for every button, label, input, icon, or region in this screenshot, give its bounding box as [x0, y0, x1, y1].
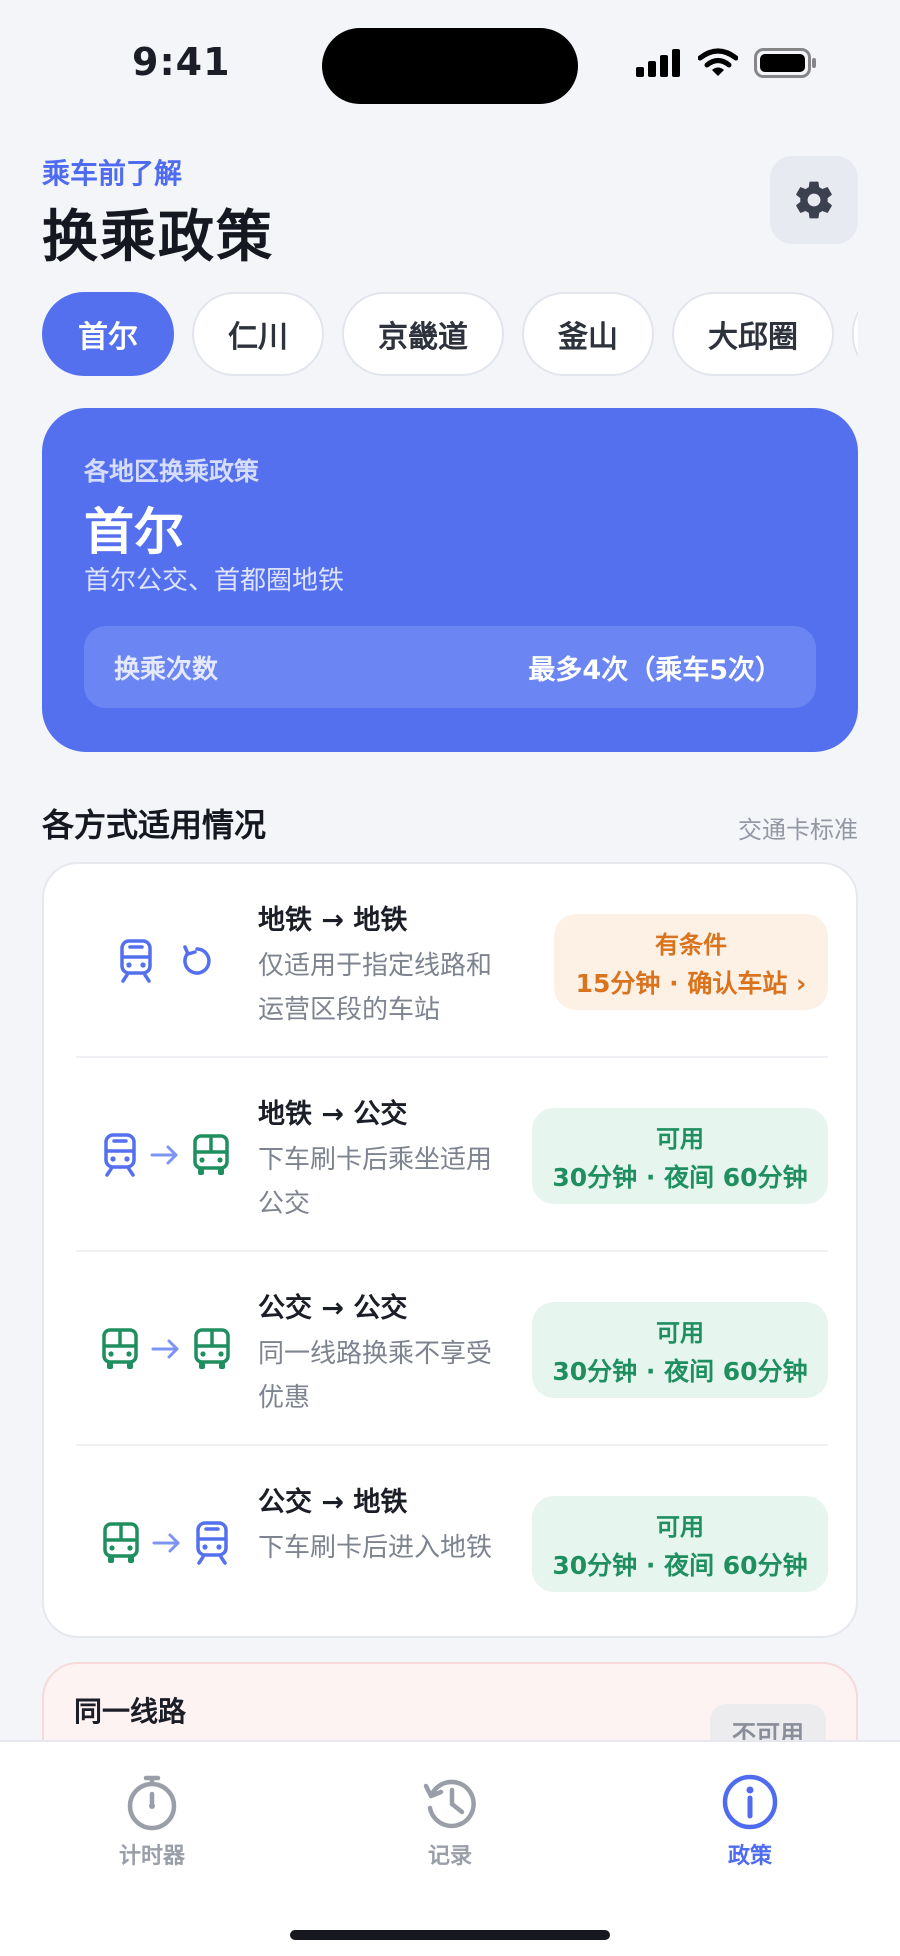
history-icon [423, 1779, 476, 1829]
region-chip-gyeonggi[interactable]: 京畿道 [342, 292, 504, 376]
transfer-count-value: 最多4次（乘车5次） [528, 654, 782, 686]
page-title: 换乘政策 [42, 205, 274, 270]
mode-icons [76, 1252, 256, 1446]
same-line-title: 同一线路 [74, 1695, 187, 1728]
status-icons [636, 48, 818, 78]
cellular-signal-icon [636, 49, 680, 77]
mode-icons [76, 1058, 256, 1252]
hero-label: 各地区换乘政策 [84, 457, 260, 486]
settings-button[interactable] [770, 156, 858, 244]
battery-icon [754, 48, 816, 78]
status-badge: 可用 30分钟 · 夜间 60分钟 [532, 1108, 828, 1204]
list-item: 地铁 → 公交 下车刷卡后乘坐适用公交 可用 30分钟 · 夜间 60分钟 [76, 1058, 828, 1252]
mode-title: 公交 → 地铁 [258, 1487, 408, 1518]
wifi-icon [698, 48, 738, 76]
tab-timer[interactable]: 计时器 [72, 1772, 232, 1870]
badge-detail: 30分钟 · 夜间 60分钟 [552, 1356, 808, 1386]
tab-policy[interactable]: 政策 [670, 1772, 830, 1870]
list-item: 地铁 → 地铁 仅适用于指定线路和运营区段的车站 有条件 15分钟 · 确认车站… [76, 864, 828, 1058]
region-chip-incheon[interactable]: 仁川 [192, 292, 324, 376]
arrow-right-icon [151, 1339, 179, 1359]
region-chip-busan[interactable]: 釜山 [522, 292, 654, 376]
hero-description: 首尔公交、首都圈地铁 [84, 566, 345, 596]
mode-description: 仅适用于指定线路和运营区段的车站 [258, 951, 493, 1025]
region-chip-more[interactable] [852, 292, 858, 376]
transfer-modes-list: 地铁 → 地铁 仅适用于指定线路和运营区段的车站 有条件 15分钟 · 确认车站… [42, 862, 858, 1638]
mode-icons [76, 1446, 256, 1636]
gear-icon [796, 181, 832, 219]
mode-title: 地铁 → 地铁 [258, 905, 408, 936]
region-chip-label: 首尔 [78, 320, 138, 355]
tab-label: 政策 [727, 1844, 772, 1869]
status-bar: 9:41 [0, 0, 900, 120]
mode-icons [76, 864, 256, 1058]
refresh-icon [183, 945, 211, 975]
transfer-count-label: 换乘次数 [114, 654, 219, 685]
page-subtitle: 乘车前了解 [42, 157, 183, 190]
arrow-right-icon [152, 1533, 180, 1553]
mode-title: 公交 → 公交 [258, 1293, 408, 1324]
tab-history[interactable]: 记录 [370, 1772, 530, 1870]
dynamic-island [322, 28, 578, 104]
mode-description: 下车刷卡后进入地铁 [258, 1533, 493, 1563]
bus-icon [103, 1522, 139, 1563]
badge-detail: 30分钟 · 夜间 60分钟 [552, 1162, 808, 1192]
subway-icon [104, 1133, 136, 1177]
region-policy-card: 各地区换乘政策 首尔 首尔公交、首都圈地铁 换乘次数 最多4次（乘车5次） [42, 408, 858, 752]
section-title: 各方式适用情况 [42, 806, 267, 844]
region-chip-seoul[interactable]: 首尔 [42, 292, 174, 376]
tab-label: 计时器 [118, 1844, 185, 1869]
mode-description: 同一线路换乘不享受优惠 [258, 1339, 493, 1413]
bus-icon [194, 1328, 230, 1369]
tab-bar: 计时器 记录 政策 [0, 1740, 900, 1956]
mode-title: 地铁 → 公交 [258, 1099, 408, 1130]
region-chip-label: 大邱圈 [708, 320, 798, 355]
list-item: 公交 → 地铁 下车刷卡后进入地铁 可用 30分钟 · 夜间 60分钟 [76, 1446, 828, 1636]
region-chips: 首尔 仁川 京畿道 釜山 大邱圈 [42, 292, 858, 378]
badge-status: 可用 [656, 1512, 704, 1541]
status-badge: 可用 30分钟 · 夜间 60分钟 [532, 1302, 828, 1398]
badge-detail: 15分钟 · 确认车站 › [575, 968, 807, 998]
badge-detail: 30分钟 · 夜间 60分钟 [552, 1550, 808, 1580]
region-chip-daegu[interactable]: 大邱圈 [672, 292, 834, 376]
tab-label: 记录 [427, 1844, 472, 1869]
region-chip-label: 釜山 [558, 320, 618, 355]
badge-status: 有条件 [655, 930, 727, 959]
status-badge[interactable]: 有条件 15分钟 · 确认车站 › [554, 914, 828, 1010]
status-time: 9:41 [132, 40, 231, 84]
region-chip-label: 仁川 [228, 320, 288, 355]
mode-description: 下车刷卡后乘坐适用公交 [258, 1145, 493, 1219]
badge-status: 可用 [656, 1318, 704, 1347]
badge-status: 可用 [656, 1124, 704, 1153]
subway-icon [196, 1521, 228, 1565]
hero-city: 首尔 [84, 503, 184, 561]
bus-icon [193, 1134, 229, 1175]
subway-icon [120, 939, 152, 983]
info-icon [722, 1774, 778, 1830]
arrow-right-icon [150, 1145, 178, 1165]
transfer-count-row: 换乘次数 最多4次（乘车5次） [84, 626, 816, 708]
bus-icon [102, 1328, 138, 1369]
list-item: 公交 → 公交 同一线路换乘不享受优惠 可用 30分钟 · 夜间 60分钟 [76, 1252, 828, 1446]
home-indicator[interactable] [290, 1930, 610, 1940]
region-chip-label: 京畿道 [378, 320, 468, 355]
stopwatch-icon [127, 1775, 177, 1831]
status-badge: 可用 30分钟 · 夜间 60分钟 [532, 1496, 828, 1592]
section-note: 交通卡标准 [738, 816, 858, 844]
